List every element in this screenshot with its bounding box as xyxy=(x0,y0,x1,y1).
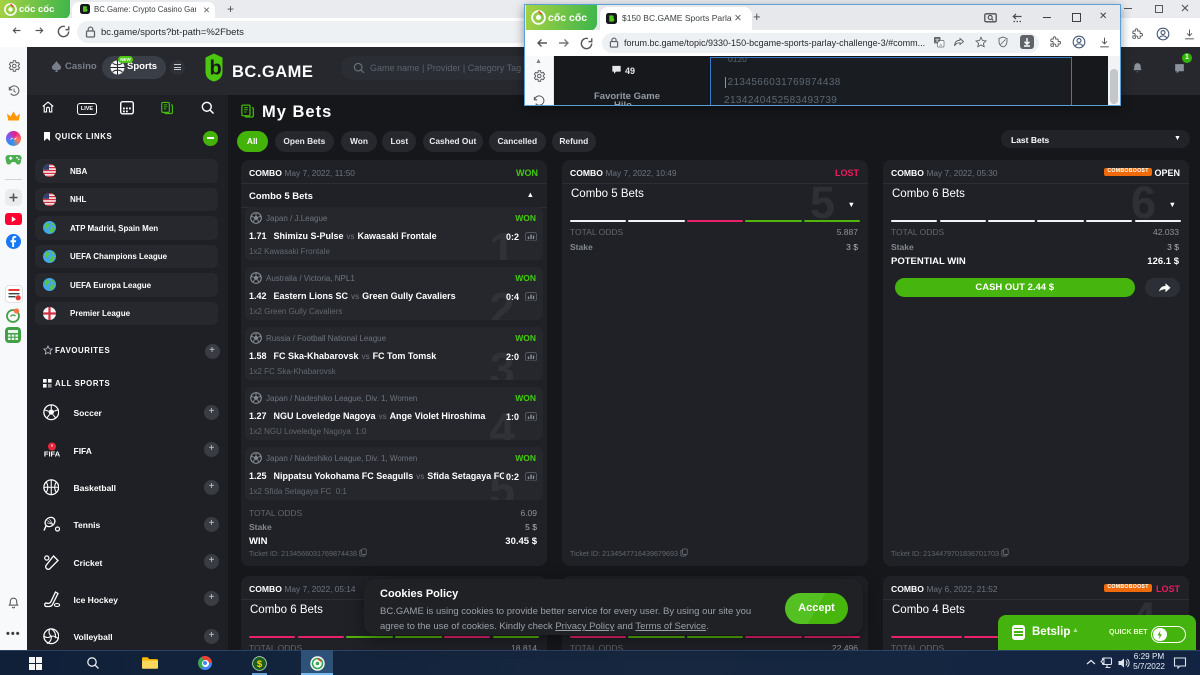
svg-text:$: $ xyxy=(257,659,263,670)
svg-text:FIFA: FIFA xyxy=(43,449,60,458)
svg-text:A: A xyxy=(939,42,942,47)
svg-text:b: b xyxy=(210,58,222,80)
